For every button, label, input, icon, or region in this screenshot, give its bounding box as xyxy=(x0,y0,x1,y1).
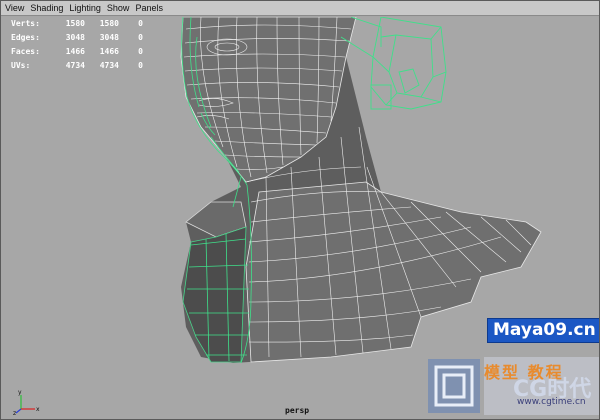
panel-menu-bar: View Shading Lighting Show Panels xyxy=(1,1,599,16)
poly-count-hud: Verts: 1580 1580 0 Edges: 3048 3048 0 Fa… xyxy=(11,17,143,73)
hud-total: 4734 xyxy=(65,61,85,70)
hud-row-verts: Verts: 1580 1580 0 xyxy=(11,17,143,31)
hud-label: UVs: xyxy=(11,61,31,70)
menu-view[interactable]: View xyxy=(5,3,24,13)
hud-row-faces: Faces: 1466 1466 0 xyxy=(11,45,143,59)
hud-object: 3048 xyxy=(99,33,119,42)
hud-object: 1466 xyxy=(99,47,119,56)
hud-object: 4734 xyxy=(99,61,119,70)
menu-show[interactable]: Show xyxy=(107,3,130,13)
maya-viewport-window: View Shading Lighting Show Panels Verts:… xyxy=(0,0,600,420)
menu-panels[interactable]: Panels xyxy=(135,3,163,13)
watermark-url: www.cgtime.cn xyxy=(517,397,586,407)
hud-total: 3048 xyxy=(65,33,85,42)
hud-row-uvs: UVs: 4734 4734 0 xyxy=(11,59,143,73)
axis-label-y: y xyxy=(18,389,22,396)
ear-wire xyxy=(340,17,447,110)
hud-selected: 0 xyxy=(138,33,143,42)
hud-total: 1466 xyxy=(65,47,85,56)
hud-selected: 0 xyxy=(138,47,143,56)
hud-selected: 0 xyxy=(138,19,143,28)
site-watermark: Maya09.cn xyxy=(487,318,599,343)
hud-row-edges: Edges: 3048 3048 0 xyxy=(11,31,143,45)
menu-shading[interactable]: Shading xyxy=(30,3,63,13)
hud-selected: 0 xyxy=(138,61,143,70)
axis-label-z: z xyxy=(13,410,16,415)
camera-name-label: persp xyxy=(285,406,310,415)
hud-total: 1580 xyxy=(65,19,85,28)
view-axis-gizmo-icon: y x z xyxy=(13,389,40,415)
left-torso-side xyxy=(182,226,247,363)
menu-lighting[interactable]: Lighting xyxy=(69,3,101,13)
axis-label-x: x xyxy=(36,406,40,413)
hud-label: Edges: xyxy=(11,33,40,42)
hud-object: 1580 xyxy=(99,19,119,28)
hud-label: Verts: xyxy=(11,19,40,28)
hud-label: Faces: xyxy=(11,47,40,56)
